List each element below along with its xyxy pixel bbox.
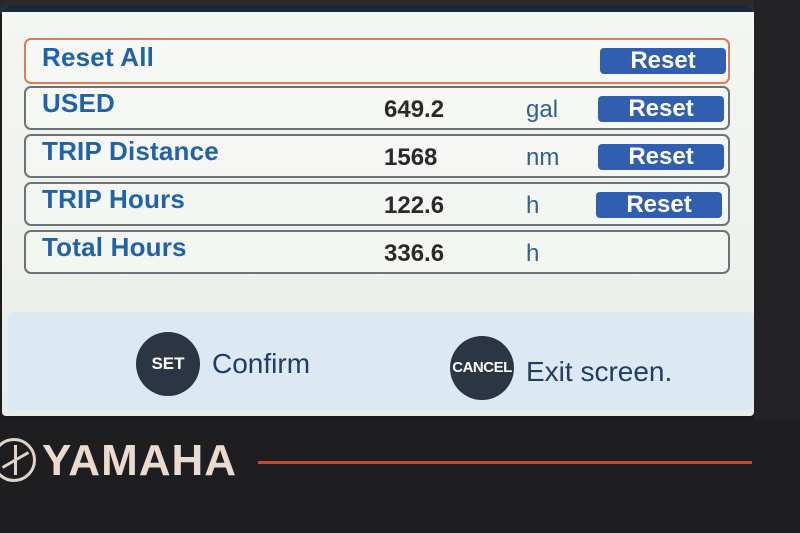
row-unit: gal [526, 96, 559, 123]
row-trip-hours[interactable]: TRIP Hours 122.6 h Reset [24, 182, 730, 226]
row-value: 1568 [384, 144, 438, 171]
cancel-key[interactable]: CANCEL [450, 336, 514, 400]
reset-all-button[interactable]: Reset [600, 48, 726, 74]
row-unit: nm [526, 144, 560, 171]
row-label: Total Hours [42, 232, 187, 262]
row-value: 649.2 [384, 96, 445, 123]
row-used[interactable]: USED 649.2 gal Reset [24, 86, 730, 130]
row-unit: h [526, 240, 540, 267]
display-screen: Reset All Reset USED 649.2 gal Reset TRI… [2, 6, 754, 416]
reset-trip-hours-button[interactable]: Reset [596, 192, 722, 218]
set-key[interactable]: SET [136, 332, 200, 396]
footer-hint-panel: SET Confirm CANCEL Exit screen. [8, 312, 754, 410]
brand-name: YAMAHA [42, 436, 238, 485]
row-label: TRIP Distance [42, 136, 219, 166]
confirm-label: Confirm [212, 348, 311, 379]
row-label: USED [42, 88, 116, 118]
right-bezel [754, 0, 800, 420]
row-trip-distance[interactable]: TRIP Distance 1568 nm Reset [24, 134, 730, 178]
row-value: 336.6 [384, 240, 445, 267]
reset-used-button[interactable]: Reset [598, 96, 724, 122]
row-total-hours: Total Hours 336.6 h [24, 230, 730, 274]
row-label: TRIP Hours [42, 184, 186, 214]
accent-line [258, 461, 752, 464]
row-label: Reset All [42, 42, 155, 72]
row-value: 122.6 [384, 192, 445, 219]
row-reset-all[interactable]: Reset All Reset [24, 38, 730, 84]
exit-screen-label: Exit screen. [526, 356, 673, 387]
screen-top-band [2, 6, 754, 12]
row-unit: h [526, 192, 540, 219]
reset-trip-distance-button[interactable]: Reset [598, 144, 724, 170]
